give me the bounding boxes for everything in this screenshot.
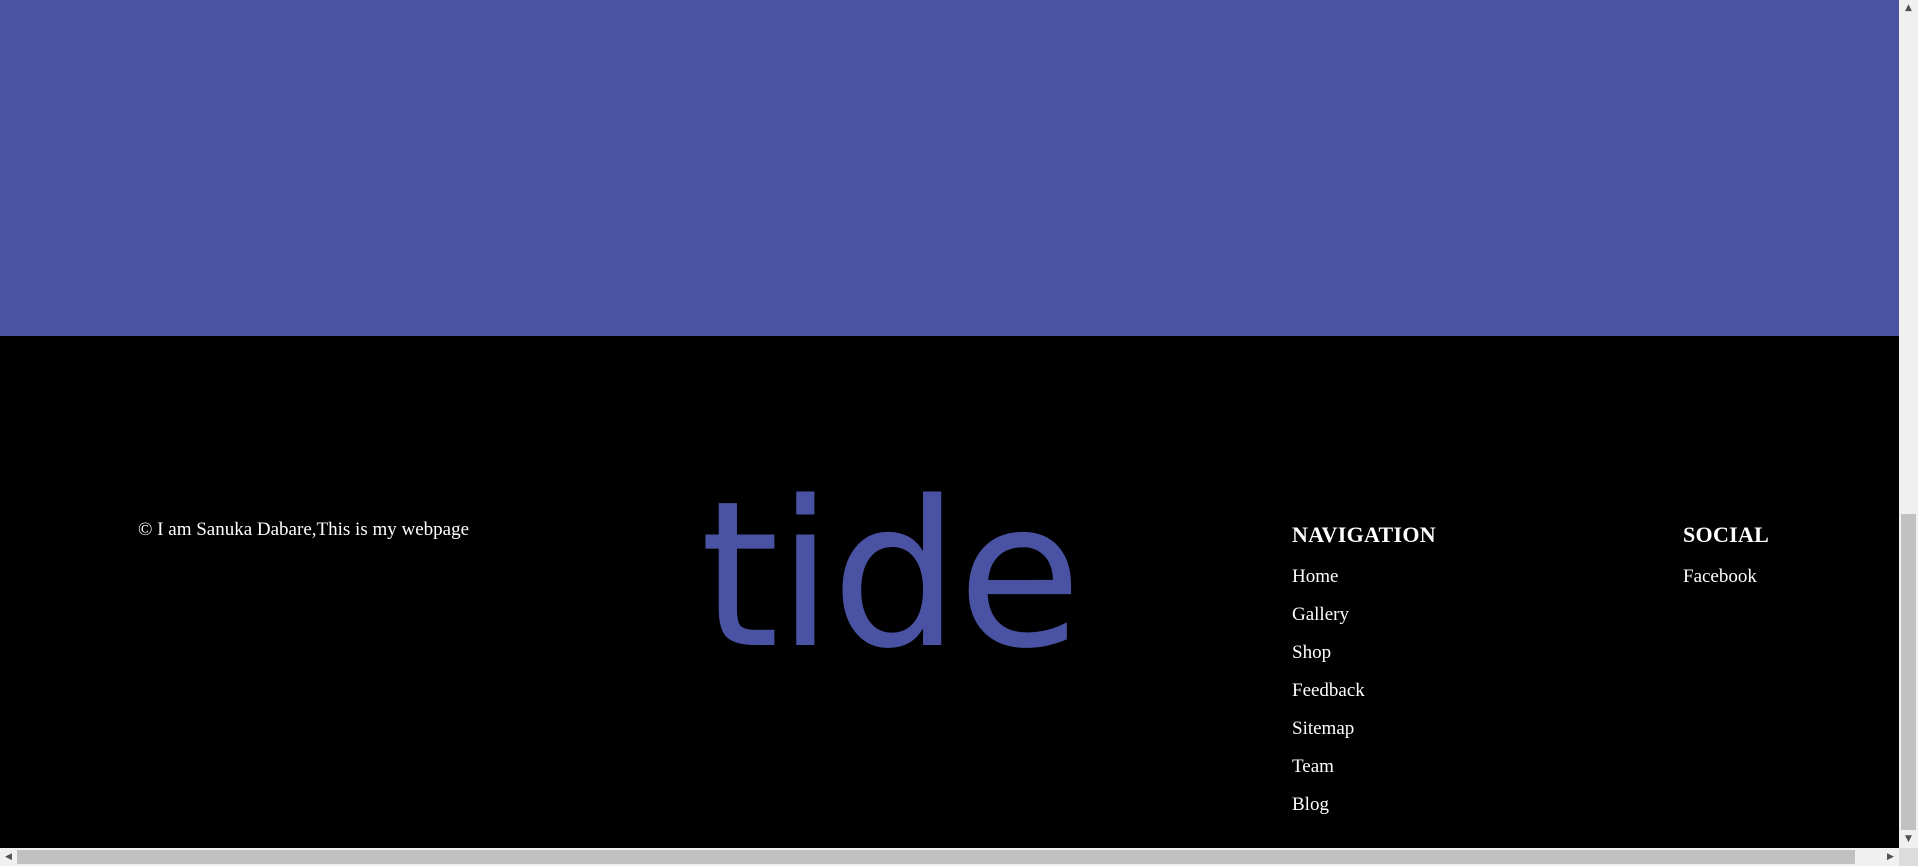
scroll-left-arrow-icon[interactable]: ◀ [0,848,17,866]
scrollbar-corner [1899,848,1918,866]
hero-banner [0,0,1899,336]
scroll-up-arrow-icon[interactable]: ▲ [1899,0,1918,17]
social-list: Facebook [1683,566,1769,604]
nav-link-shop[interactable]: Shop [1292,642,1436,680]
nav-link-blog[interactable]: Blog [1292,794,1436,832]
horizontal-scroll-thumb[interactable] [17,850,1855,864]
scroll-down-arrow-icon[interactable]: ▼ [1899,831,1918,848]
navigation-list: Home Gallery Shop Feedback Sitemap Team … [1292,566,1436,832]
footer-navigation: NAVIGATION Home Gallery Shop Feedback Si… [1292,522,1436,832]
site-logo[interactable]: tide [700,474,1082,676]
nav-link-feedback[interactable]: Feedback [1292,680,1436,718]
social-heading: SOCIAL [1683,522,1770,547]
horizontal-scrollbar[interactable]: ◀ ▶ [0,848,1899,866]
nav-link-home[interactable]: Home [1292,566,1436,604]
scroll-right-arrow-icon[interactable]: ▶ [1882,848,1899,866]
navigation-heading: NAVIGATION [1292,522,1436,547]
nav-link-sitemap[interactable]: Sitemap [1292,718,1436,756]
social-link-facebook[interactable]: Facebook [1683,566,1769,604]
page: © I am Sanuka Dabare,This is my webpage … [0,0,1918,866]
nav-link-team[interactable]: Team [1292,756,1436,794]
nav-link-gallery[interactable]: Gallery [1292,604,1436,642]
copyright-text: © I am Sanuka Dabare,This is my webpage [138,519,470,540]
footer-social: SOCIAL Facebook [1683,522,1769,604]
vertical-scrollbar[interactable]: ▲ ▼ [1899,0,1918,848]
vertical-scroll-thumb[interactable] [1901,514,1916,830]
site-footer: © I am Sanuka Dabare,This is my webpage … [0,336,1899,848]
